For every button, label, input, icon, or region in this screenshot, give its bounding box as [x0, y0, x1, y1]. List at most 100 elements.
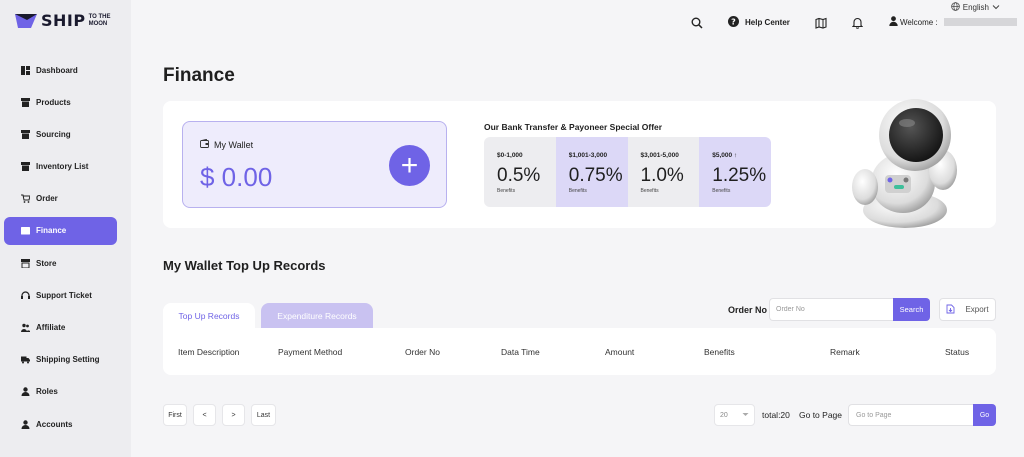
page-title: Finance [163, 65, 235, 86]
offer-tier: $1,001-3,000 0.75% Benefits [555, 137, 628, 207]
export-label: Export [965, 305, 989, 314]
wallet-panel: My Wallet $ 0.00 + Our Bank Transfer & P… [163, 99, 996, 228]
offer-tier: $3,001-5,000 1.0% Benefits [627, 137, 700, 207]
sidebar-item-store[interactable]: Store [4, 249, 117, 277]
column-header: Status [945, 347, 970, 357]
help-icon: ? [728, 16, 739, 29]
sidebar-item-label: Order [36, 194, 58, 204]
go-to-page-input[interactable] [848, 404, 974, 426]
sidebar: SHIP TO THE MOON Dashboard Products Sour… [0, 0, 131, 457]
column-header: Order No [405, 347, 440, 357]
go-button[interactable]: Go [973, 404, 996, 426]
records-title: My Wallet Top Up Records [163, 258, 326, 273]
sidebar-item-roles[interactable]: Roles [4, 378, 117, 406]
sidebar-item-products[interactable]: Products [4, 88, 117, 116]
column-header: Remark [830, 347, 860, 357]
wallet-label-text: My Wallet [214, 139, 254, 150]
offer-tier: $0-1,000 0.5% Benefits [484, 137, 556, 207]
sidebar-item-sourcing[interactable]: Sourcing [4, 120, 117, 148]
sidebar-item-affiliate[interactable]: Affiliate [4, 314, 117, 342]
go-to-page-label: Go to Page [799, 410, 843, 420]
sidebar-item-label: Dashboard [36, 65, 78, 75]
sidebar-item-support-ticket[interactable]: Support Ticket [4, 281, 117, 309]
order-no-input[interactable] [769, 298, 894, 321]
headset-icon [21, 291, 30, 300]
help-center-label: Help Center [745, 18, 790, 27]
column-header: Benefits [704, 347, 735, 357]
store-icon [21, 258, 30, 268]
tier-range: $3,001-5,000 [640, 152, 679, 159]
group-icon [21, 323, 30, 332]
user-icon [21, 387, 30, 397]
order-no-label: Order No [728, 305, 768, 315]
top-up-button[interactable]: + [389, 145, 430, 186]
tier-label: Benefits [712, 188, 731, 194]
help-center-link[interactable]: ? Help Center [728, 16, 790, 29]
sidebar-item-label: Inventory List [36, 162, 89, 172]
cart-icon [21, 194, 30, 204]
next-page-button[interactable]: > [222, 404, 245, 426]
tab-top-up-records[interactable]: Top Up Records [163, 303, 255, 328]
user-icon [889, 16, 898, 28]
prev-page-button[interactable]: < [193, 404, 216, 426]
tier-label: Benefits [497, 188, 516, 194]
map-icon[interactable] [815, 16, 827, 34]
export-button[interactable]: Export [939, 298, 996, 321]
logo-brand: SHIP [41, 11, 86, 30]
sidebar-item-order[interactable]: Order [4, 185, 117, 213]
total-count: total:20 [762, 410, 790, 420]
sidebar-item-label: Products [36, 97, 71, 107]
tier-label: Benefits [640, 188, 659, 194]
column-header: Amount [605, 347, 635, 357]
svg-text:?: ? [731, 18, 736, 27]
tier-range: $1,001-3,000 [568, 152, 608, 159]
export-icon [946, 304, 955, 316]
column-header: Item Description [178, 347, 240, 357]
tier-rate: 1.25% [712, 165, 767, 186]
language-selector[interactable]: English [950, 2, 1000, 13]
offer-title: Our Bank Transfer & Payoneer Special Off… [484, 122, 663, 132]
tier-range: $5,000 ↑ [712, 152, 738, 159]
offer-tiers: $0-1,000 0.5% Benefits $1,001-3,000 0.75… [484, 137, 771, 207]
sidebar-item-shipping-setting[interactable]: Shipping Setting [4, 346, 117, 374]
sidebar-item-label: Shipping Setting [36, 355, 100, 365]
first-page-button[interactable]: First [163, 404, 187, 426]
tier-rate: 1.0% [640, 165, 684, 186]
page-size-value: 20 [720, 411, 728, 419]
user-icon [21, 419, 30, 429]
page-size-select[interactable]: 20 [714, 404, 755, 426]
bell-icon[interactable] [851, 16, 864, 34]
sidebar-item-dashboard[interactable]: Dashboard [4, 56, 117, 84]
astronaut-illustration [852, 99, 957, 228]
top-bar: English ? Help Center Welcome : [131, 0, 1024, 46]
wallet-icon [200, 138, 209, 150]
search-button[interactable]: Search [893, 298, 930, 321]
sidebar-nav: Dashboard Products Sourcing Inventory Li… [4, 56, 117, 442]
sidebar-item-label: Support Ticket [36, 290, 92, 300]
user-menu[interactable]: Welcome : [889, 16, 1017, 28]
truck-icon [21, 355, 30, 364]
box-icon [21, 162, 30, 172]
logo-sub: TO THE MOON [88, 13, 111, 27]
logo-icon [15, 12, 39, 30]
column-header: Payment Method [278, 347, 343, 357]
sidebar-item-finance[interactable]: Finance [4, 216, 117, 245]
sidebar-item-accounts[interactable]: Accounts [4, 410, 117, 438]
sidebar-item-inventory-list[interactable]: Inventory List [4, 153, 117, 181]
box-icon [21, 129, 30, 139]
user-name-redacted [943, 18, 1017, 26]
chevron-down-icon [742, 412, 749, 419]
search-icon[interactable] [691, 16, 703, 34]
tier-rate: 0.75% [568, 165, 623, 186]
tier-label: Benefits [568, 188, 587, 194]
records-table: Item Description Payment Method Order No… [163, 328, 996, 375]
sidebar-item-label: Finance [36, 226, 67, 236]
logo[interactable]: SHIP TO THE MOON [15, 11, 115, 30]
sidebar-item-label: Roles [36, 387, 58, 397]
globe-icon [950, 2, 960, 13]
last-page-button[interactable]: Last [251, 404, 276, 426]
sidebar-item-label: Sourcing [36, 129, 71, 139]
offer-tier: $5,000 ↑ 1.25% Benefits [699, 137, 771, 207]
tab-expenditure-records[interactable]: Expenditure Records [261, 303, 373, 328]
tier-rate: 0.5% [497, 165, 541, 186]
